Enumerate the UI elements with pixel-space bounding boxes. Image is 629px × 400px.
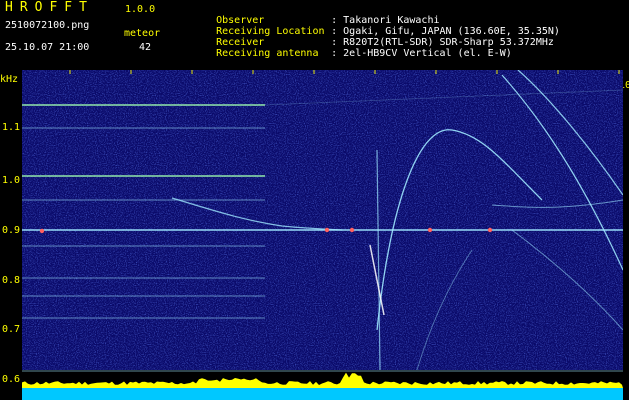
app-version: 1.0.0 xyxy=(125,4,156,15)
info-row-observer: Observer : Takanori Kawachi xyxy=(180,4,560,26)
y-tick-label: 0.8 xyxy=(2,275,21,286)
info-label: Receiving Location xyxy=(216,26,325,37)
info-label: Receiving antenna xyxy=(216,48,319,59)
info-value: : R820T2(RTL-SDR) SDR-Sharp 53.372MHz xyxy=(331,37,554,48)
info-value: : Ogaki, Gifu, JAPAN (136.60E, 35.35N) xyxy=(331,26,560,37)
datetime: 25.10.07 21:00 xyxy=(5,42,90,53)
station-info: Observer : Takanori Kawachi Receiving Loc… xyxy=(180,4,560,59)
header-panel: HROFFT 1.0.0 2510072100.png meteor 25.10… xyxy=(0,0,629,70)
info-label: Observer xyxy=(216,15,265,26)
spectrogram-plot xyxy=(22,70,623,400)
carrier-hotspot xyxy=(349,227,355,233)
carrier-hotspot xyxy=(39,228,45,234)
spectrogram-svg xyxy=(22,70,623,400)
y-tick-label: 1.1 xyxy=(2,122,21,133)
y-tick-label: 0.7 xyxy=(2,324,21,335)
carrier-hotspot xyxy=(487,227,493,233)
y-tick-label: 1.0 xyxy=(2,175,21,186)
mode-label: meteor xyxy=(124,28,161,39)
app-name: HROFFT xyxy=(5,0,94,15)
carrier-hotspot xyxy=(427,227,433,233)
info-value: : Takanori Kawachi xyxy=(331,15,440,26)
info-label: Receiver xyxy=(216,37,265,48)
filename: 2510072100.png xyxy=(5,20,90,31)
meteor-count: 42 xyxy=(139,42,152,53)
info-value: : 2el-HB9CV Vertical (el. E-W) xyxy=(331,48,512,59)
y-axis-unit: kHz xyxy=(0,74,19,85)
carrier-hotspot xyxy=(324,227,330,233)
plot-noise xyxy=(22,70,623,370)
y-tick-label: 0.6 xyxy=(2,374,21,385)
signal-baseline xyxy=(22,388,623,400)
y-tick-label: 0.9 xyxy=(2,225,21,236)
